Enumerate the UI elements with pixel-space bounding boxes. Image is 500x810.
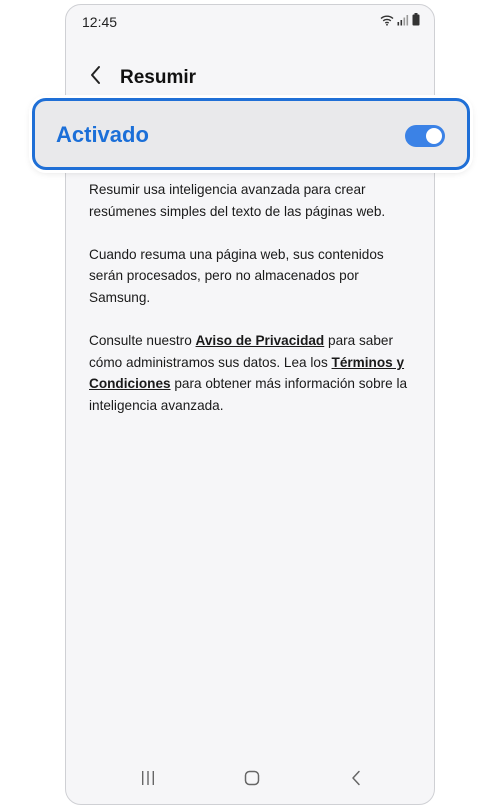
paragraph-3-text-1: Consulte nuestro [89,333,196,349]
status-time: 12:45 [82,14,118,30]
status-bar: 12:45 [66,5,434,39]
back-button[interactable] [84,65,108,89]
page-title: Resumir [120,67,197,88]
description: Resumir usa inteligencia avanzada para c… [89,179,411,438]
status-icons [380,13,420,31]
recents-icon [140,770,156,791]
home-button[interactable] [238,768,266,792]
description-paragraph-2: Cuando resuma una página web, sus conten… [89,246,384,305]
nav-back-button[interactable] [342,768,370,792]
recents-button[interactable] [134,768,162,792]
chevron-left-icon [89,65,103,90]
description-paragraph-1: Resumir usa inteligencia avanzada para c… [89,182,386,219]
home-icon [244,770,260,791]
back-icon [350,770,362,791]
battery-icon [412,13,420,31]
toggle-label: Activado [56,122,149,147]
navigation-bar [66,756,434,804]
header: Resumir [66,57,434,97]
privacy-notice-link[interactable]: Aviso de Privacidad [196,333,325,348]
signal-icon [397,13,409,31]
toggle-switch[interactable] [405,125,445,147]
wifi-icon [380,13,394,31]
description-paragraph-3: Consulte nuestro Aviso de Privacidad par… [89,330,411,416]
toggle-knob [426,128,442,144]
activated-toggle-row[interactable]: Activado [32,98,470,170]
